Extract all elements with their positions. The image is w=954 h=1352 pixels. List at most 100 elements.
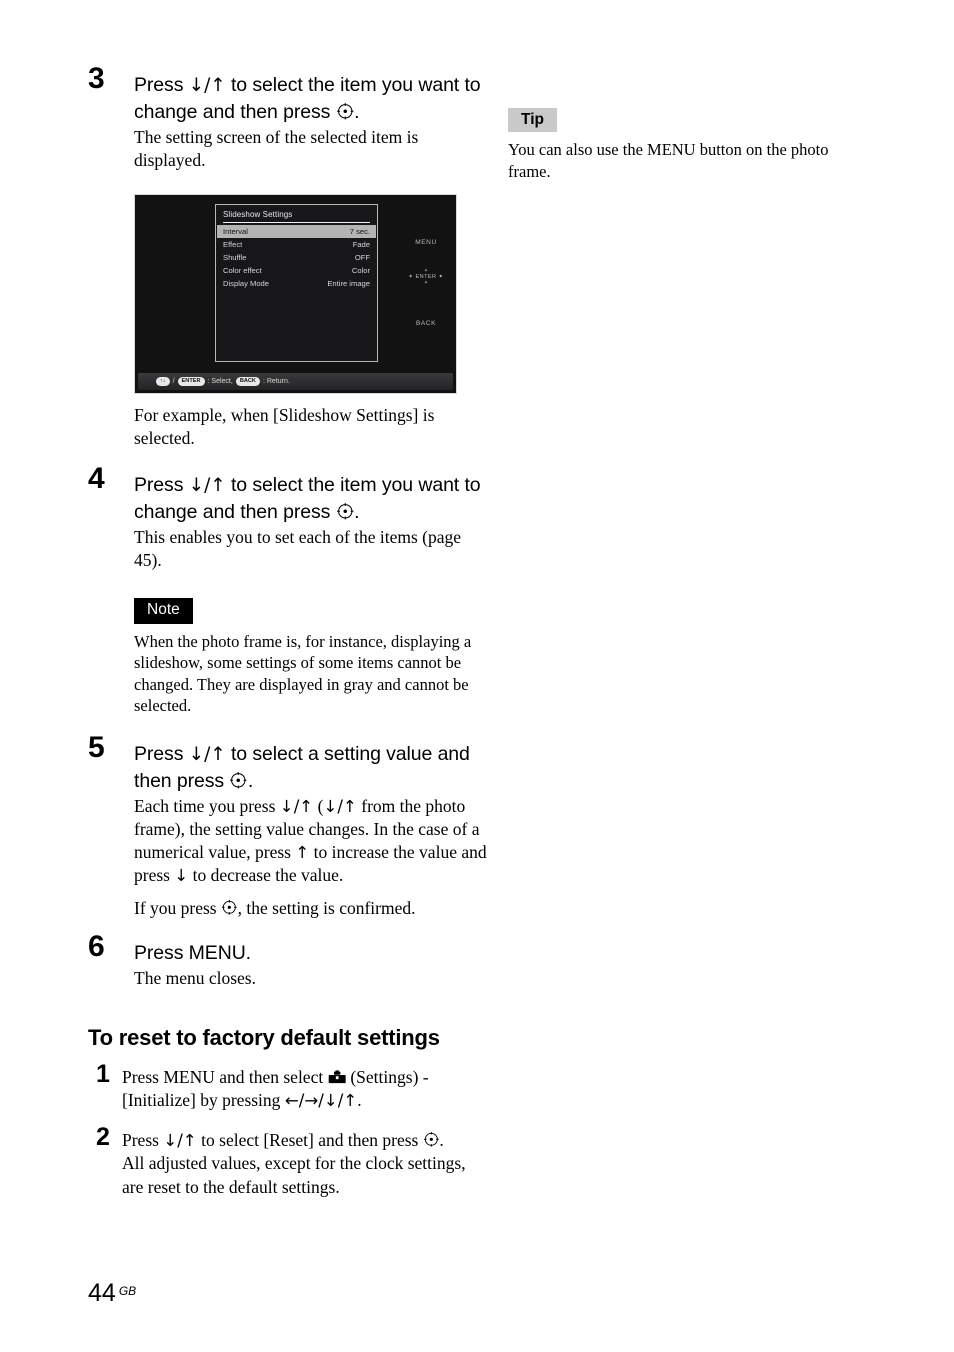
settings-row-shuffle[interactable]: Shuffle OFF bbox=[216, 251, 377, 264]
note-callout: Note When the photo frame is, for instan… bbox=[134, 598, 488, 717]
reset-section-heading: To reset to factory default settings bbox=[88, 1024, 440, 1050]
step-5-lead-post: . bbox=[247, 769, 254, 792]
step-5-description-a: Each time you press ↓/↑ (↓/↑ from the ph… bbox=[134, 795, 488, 887]
panel-title-rule bbox=[223, 222, 370, 223]
dpad-control[interactable]: ✦ ✦ ENTER ✦ ✦ bbox=[402, 268, 450, 298]
settings-row-value: 7 sec. bbox=[349, 227, 370, 236]
step-6-lead: Press MENU. bbox=[134, 941, 251, 964]
step-3-lead-pre: Press bbox=[134, 74, 189, 96]
down-up-arrow-icon: ↓/↑ bbox=[163, 1130, 197, 1150]
enter-button-icon bbox=[221, 899, 238, 916]
settings-row-value: Color bbox=[351, 266, 370, 275]
step-5-body: Press ↓/↑ to select a setting value and … bbox=[134, 741, 488, 920]
reset-step-2-description: All adjusted values, except for the cloc… bbox=[122, 1153, 466, 1197]
step-3-body: Press ↓/↑ to select the item you want to… bbox=[134, 72, 488, 172]
down-up-arrow-icon: ↓/↑ bbox=[188, 75, 226, 96]
reset-step-2-number: 2 bbox=[96, 1122, 110, 1151]
step-3: 3 Press ↓/↑ to select the item you want … bbox=[88, 64, 488, 172]
step-6: 6 Press MENU. The menu closes. bbox=[88, 931, 488, 990]
down-up-arrow-icon: ↓/↑ bbox=[279, 796, 314, 816]
enter-pill-icon: ENTER bbox=[177, 377, 205, 386]
screenshot-caption: For example, when [Slideshow Settings] i… bbox=[134, 405, 435, 448]
step-3-lead: Press ↓/↑ to select the item you want to… bbox=[134, 72, 488, 125]
enter-button-icon bbox=[229, 771, 248, 790]
region-code: GB bbox=[118, 1283, 137, 1298]
reset-step-1: 1 Press MENU and then select (Settings) … bbox=[88, 1061, 488, 1113]
step-3-description: The setting screen of the selected item … bbox=[134, 127, 419, 170]
menu-button-label[interactable]: MENU bbox=[402, 239, 450, 246]
reset-step-1-number: 1 bbox=[96, 1059, 110, 1088]
dpad-right-icon: ✦ bbox=[438, 274, 444, 280]
up-arrow-icon: ↑ bbox=[295, 842, 310, 862]
down-up-arrow-icon: ↓/↑ bbox=[188, 475, 226, 496]
enter-button-icon bbox=[336, 102, 355, 121]
step-4-lead-pre: Press bbox=[134, 474, 189, 496]
settings-row-display-mode[interactable]: Display Mode Entire image bbox=[216, 277, 377, 290]
settings-row-value: OFF bbox=[354, 253, 370, 262]
left-column: 3 Press ↓/↑ to select the item you want … bbox=[88, 64, 488, 1203]
slideshow-settings-panel: Slideshow Settings Interval 7 sec. Effec… bbox=[215, 204, 378, 362]
step-5-desc-a5: to decrease the value. bbox=[188, 864, 344, 885]
step-4: 4 Press ↓/↑ to select the item you want … bbox=[88, 464, 488, 572]
step-6-description: The menu closes. bbox=[134, 967, 256, 988]
step-4-number: 4 bbox=[88, 462, 105, 495]
dpad-left-icon: ✦ bbox=[408, 274, 414, 280]
page-footer: 44 GB bbox=[88, 1279, 136, 1308]
step-4-lead: Press ↓/↑ to select the item you want to… bbox=[134, 472, 488, 525]
reset-step-2-text-a: Press bbox=[122, 1129, 164, 1150]
step-4-description: This enables you to set each of the item… bbox=[134, 527, 462, 570]
page-number: 44 bbox=[88, 1279, 116, 1307]
reset-step-1-body: Press MENU and then select (Settings) - … bbox=[122, 1066, 488, 1113]
down-arrow-icon: ↓ bbox=[174, 865, 189, 885]
step-5-lead-pre: Press bbox=[134, 742, 189, 765]
reset-step-1-text-a: Press MENU and then select bbox=[122, 1066, 328, 1087]
four-way-arrow-icon: ←/→/↓/↑ bbox=[284, 1091, 358, 1111]
settings-row-label: Interval bbox=[223, 227, 248, 236]
settings-row-label: Effect bbox=[223, 240, 243, 249]
back-button-label[interactable]: BACK bbox=[402, 320, 450, 327]
step-5-desc-a1: Each time you press bbox=[134, 795, 280, 816]
step-4-body: Press ↓/↑ to select the item you want to… bbox=[134, 472, 488, 572]
step-5: 5 Press ↓/↑ to select a setting value an… bbox=[88, 732, 488, 920]
settings-row-label: Display Mode bbox=[223, 279, 270, 288]
tip-badge: Tip bbox=[508, 108, 557, 133]
right-column: Tip You can also use the MENU button on … bbox=[508, 72, 868, 182]
settings-row-value: Entire image bbox=[327, 279, 370, 288]
reset-step-1-text-c: . bbox=[357, 1090, 362, 1111]
step-3-lead-post: . bbox=[354, 101, 360, 123]
step-5-desc-a2: ( bbox=[313, 795, 324, 816]
note-text: When the photo frame is, for instance, d… bbox=[134, 631, 472, 716]
status-separator: / bbox=[172, 378, 175, 385]
reset-step-2-text: Press ↓/↑ to select [Reset] and then pre… bbox=[122, 1129, 488, 1153]
status-select-text: : Select, bbox=[207, 378, 233, 385]
step-5-number: 5 bbox=[88, 730, 105, 764]
back-pill-icon: BACK bbox=[235, 377, 260, 386]
dpad-down-icon: ✦ bbox=[423, 280, 429, 286]
tip-callout: Tip You can also use the MENU button on … bbox=[508, 108, 868, 182]
settings-row-value: Fade bbox=[352, 240, 370, 249]
step-3-number: 3 bbox=[88, 62, 105, 95]
settings-row-effect[interactable]: Effect Fade bbox=[216, 238, 377, 251]
dpad-pill-icon: ↑↓ bbox=[156, 377, 170, 386]
step-4-lead-post: . bbox=[354, 501, 360, 523]
step-6-body: Press MENU. The menu closes. bbox=[134, 940, 488, 990]
settings-row-color-effect[interactable]: Color effect Color bbox=[216, 264, 377, 277]
reset-step-2: 2 Press ↓/↑ to select [Reset] and then p… bbox=[88, 1124, 488, 1200]
down-up-arrow-icon: ↓/↑ bbox=[188, 743, 226, 765]
reset-step-2-text-c: . bbox=[439, 1129, 444, 1150]
step-5-lead: Press ↓/↑ to select a setting value and … bbox=[134, 741, 488, 794]
enter-button-icon bbox=[423, 1131, 440, 1148]
settings-toolbox-icon bbox=[328, 1070, 346, 1084]
step-6-number: 6 bbox=[88, 929, 105, 963]
settings-row-label: Shuffle bbox=[223, 253, 247, 262]
device-screenshot: Slideshow Settings Interval 7 sec. Effec… bbox=[134, 194, 457, 394]
enter-button-icon bbox=[336, 502, 355, 521]
down-up-arrow-icon: ↓/↑ bbox=[323, 796, 357, 816]
reset-step-1-text: Press MENU and then select (Settings) - … bbox=[122, 1066, 488, 1113]
reset-step-2-text-b: to select [Reset] and then press bbox=[196, 1129, 423, 1150]
settings-row-interval[interactable]: Interval 7 sec. bbox=[217, 225, 376, 238]
manual-page: 3 Press ↓/↑ to select the item you want … bbox=[0, 0, 954, 1352]
device-side-controls: MENU ✦ ✦ ENTER ✦ ✦ BACK bbox=[402, 239, 450, 327]
status-return-text: : Return. bbox=[262, 378, 290, 385]
settings-row-label: Color effect bbox=[223, 266, 262, 275]
